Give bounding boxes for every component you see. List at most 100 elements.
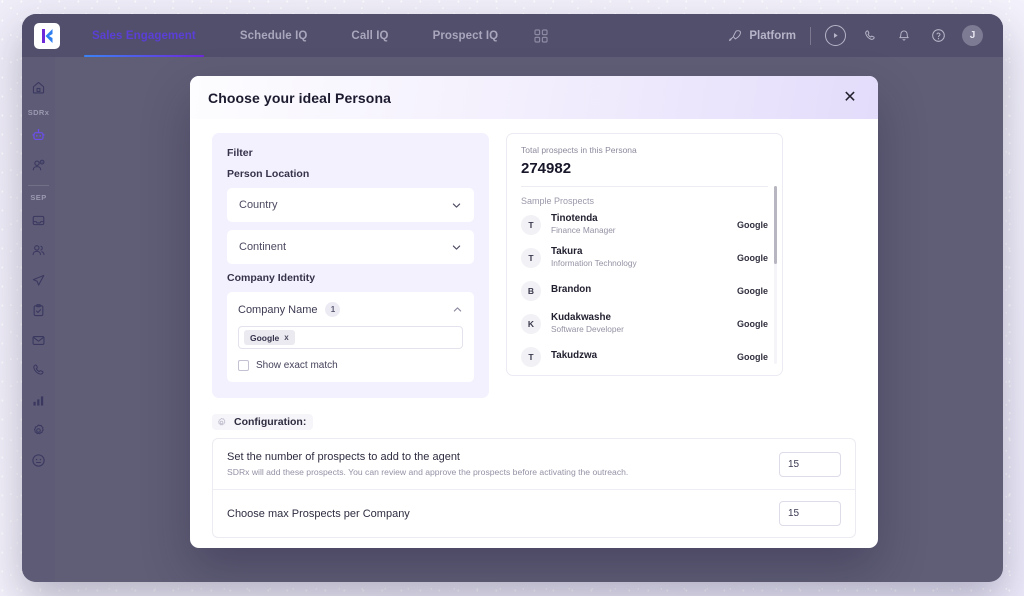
sidebar-item-email[interactable] <box>22 325 55 355</box>
max-per-company-input[interactable] <box>779 501 841 527</box>
send-icon <box>32 274 45 286</box>
sidebar-item-more[interactable] <box>22 445 55 475</box>
config-row-prospects-count: Set the number of prospects to add to th… <box>213 439 855 489</box>
avatar-initial: J <box>969 30 976 41</box>
sidebar-item-settings[interactable] <box>22 415 55 445</box>
prospect-company: Google <box>737 318 768 329</box>
tab-schedule-iq[interactable]: Schedule IQ <box>218 14 330 57</box>
prospects-scrollbar[interactable] <box>773 186 777 364</box>
phone-icon <box>33 363 44 375</box>
notifications-button[interactable] <box>894 26 914 46</box>
sidebar-item-inbox[interactable] <box>22 205 55 235</box>
avatar: K <box>521 313 541 334</box>
sidebar-item-contacts[interactable] <box>22 235 55 265</box>
company-name-input[interactable]: Google x <box>238 326 463 349</box>
tab-label: Sales Engagement <box>92 29 196 42</box>
help-button[interactable] <box>928 26 948 46</box>
sidebar-item-home[interactable] <box>22 72 55 102</box>
prospect-info: Kudakwashe Software Developer <box>551 312 624 335</box>
sample-prospects-list[interactable]: T Tinotenda Finance Manager Google T Tak… <box>507 208 782 368</box>
bar-chart-icon <box>33 395 44 406</box>
home-icon <box>32 81 45 93</box>
play-circle-icon <box>833 32 838 39</box>
config-text: Set the number of prospects to add to th… <box>227 450 767 478</box>
prospect-company: Google <box>737 252 768 263</box>
total-prospects-value: 274982 <box>521 160 572 177</box>
sidebar-item-calls[interactable] <box>22 355 55 385</box>
sidebar-item-people-settings[interactable] <box>22 150 55 180</box>
tab-prospect-iq[interactable]: Prospect IQ <box>411 14 521 57</box>
config-subtitle: SDRx will add these prospects. You can r… <box>227 466 629 477</box>
play-circle-button[interactable] <box>825 25 846 46</box>
grid-apps-icon <box>534 28 548 43</box>
app-logo[interactable] <box>34 22 60 49</box>
prospect-name: Tinotenda <box>551 212 598 224</box>
platform-button[interactable]: Platform <box>728 29 796 43</box>
nav-tab-list: Sales Engagement Schedule IQ Call IQ Pro… <box>70 14 562 57</box>
continent-select[interactable]: Continent <box>227 230 474 264</box>
sidebar-item-sdrx-agent[interactable] <box>22 120 55 150</box>
modal-footer: Save & Proceed <box>190 538 878 548</box>
users-icon <box>32 244 45 255</box>
prospect-company: Google <box>737 285 768 296</box>
show-exact-match-row[interactable]: Show exact match <box>238 360 463 371</box>
company-name-toggle[interactable]: Company Name 1 <box>238 302 463 317</box>
gear-icon <box>33 423 44 434</box>
list-item[interactable]: K Kudakwashe Software Developer Google <box>521 307 768 340</box>
company-token: Google x <box>244 330 295 345</box>
list-item[interactable]: B Brandon Google <box>521 274 768 307</box>
phone-button[interactable] <box>860 26 880 46</box>
modal-body: Filter Person Location Country Continent <box>190 119 878 539</box>
prospect-name: Kudakwashe <box>551 311 611 323</box>
sidebar-group-label-sdrx: SDRx <box>27 108 50 117</box>
company-name-count-badge: 1 <box>325 302 341 317</box>
prospect-info: Takura Information Technology <box>551 246 637 269</box>
company-name-label: Company Name <box>238 303 318 316</box>
tab-label: Schedule IQ <box>239 29 308 42</box>
prospects-count-input[interactable] <box>779 451 841 477</box>
country-select[interactable]: Country <box>227 188 474 222</box>
rocket-icon <box>729 29 742 41</box>
chevron-up-icon <box>452 304 463 315</box>
modal-panels: Filter Person Location Country Continent <box>212 133 856 398</box>
smiley-icon <box>32 453 45 467</box>
person-location-label: Person Location <box>227 168 310 180</box>
list-item[interactable]: T Takudzwa Google <box>521 340 768 368</box>
sidebar-item-analytics[interactable] <box>22 385 55 415</box>
toolbar-divider <box>810 26 811 45</box>
list-item[interactable]: T Takura Information Technology Google <box>521 241 768 274</box>
sidebar-item-sequences[interactable] <box>22 265 55 295</box>
left-sidebar: SDRx SEP <box>22 57 55 582</box>
remove-token-icon[interactable]: x <box>284 333 288 342</box>
sidebar-divider <box>28 185 49 186</box>
company-name-filter: Company Name 1 Google x Show exact match <box>227 292 474 382</box>
user-avatar[interactable]: J <box>962 25 983 46</box>
prospect-role: Information Technology <box>551 258 637 269</box>
apps-grid-button[interactable] <box>520 14 562 57</box>
robot-icon <box>32 128 45 140</box>
chevron-down-icon <box>451 200 462 211</box>
configuration-card: Set the number of prospects to add to th… <box>212 438 856 539</box>
show-exact-match-label: Show exact match <box>256 360 338 371</box>
modal-title: Choose your ideal Persona <box>208 89 391 106</box>
sidebar-item-tasks[interactable] <box>22 295 55 325</box>
mail-icon <box>32 335 45 345</box>
chevron-down-icon <box>451 242 462 253</box>
close-icon[interactable]: ✕ <box>840 88 860 108</box>
prospect-info: Tinotenda Finance Manager <box>551 213 616 236</box>
tab-sales-engagement[interactable]: Sales Engagement <box>70 14 218 57</box>
total-prospects-label: Total prospects in this Persona <box>521 145 637 155</box>
prospect-name: Brandon <box>551 284 592 296</box>
list-item[interactable]: T Tinotenda Finance Manager Google <box>521 208 768 241</box>
tab-label: Prospect IQ <box>432 29 499 42</box>
prospect-role: Finance Manager <box>551 225 616 236</box>
top-bar-actions: Platform J <box>728 25 989 46</box>
prospects-scrollbar-thumb[interactable] <box>773 186 777 264</box>
tab-call-iq[interactable]: Call IQ <box>329 14 410 57</box>
show-exact-match-checkbox[interactable] <box>238 360 249 371</box>
avatar: T <box>521 346 541 367</box>
prospect-role: Software Developer <box>551 324 624 335</box>
prospect-company: Google <box>737 351 768 362</box>
config-row-max-per-company: Choose max Prospects per Company <box>213 489 855 537</box>
filter-panel: Filter Person Location Country Continent <box>212 133 489 398</box>
